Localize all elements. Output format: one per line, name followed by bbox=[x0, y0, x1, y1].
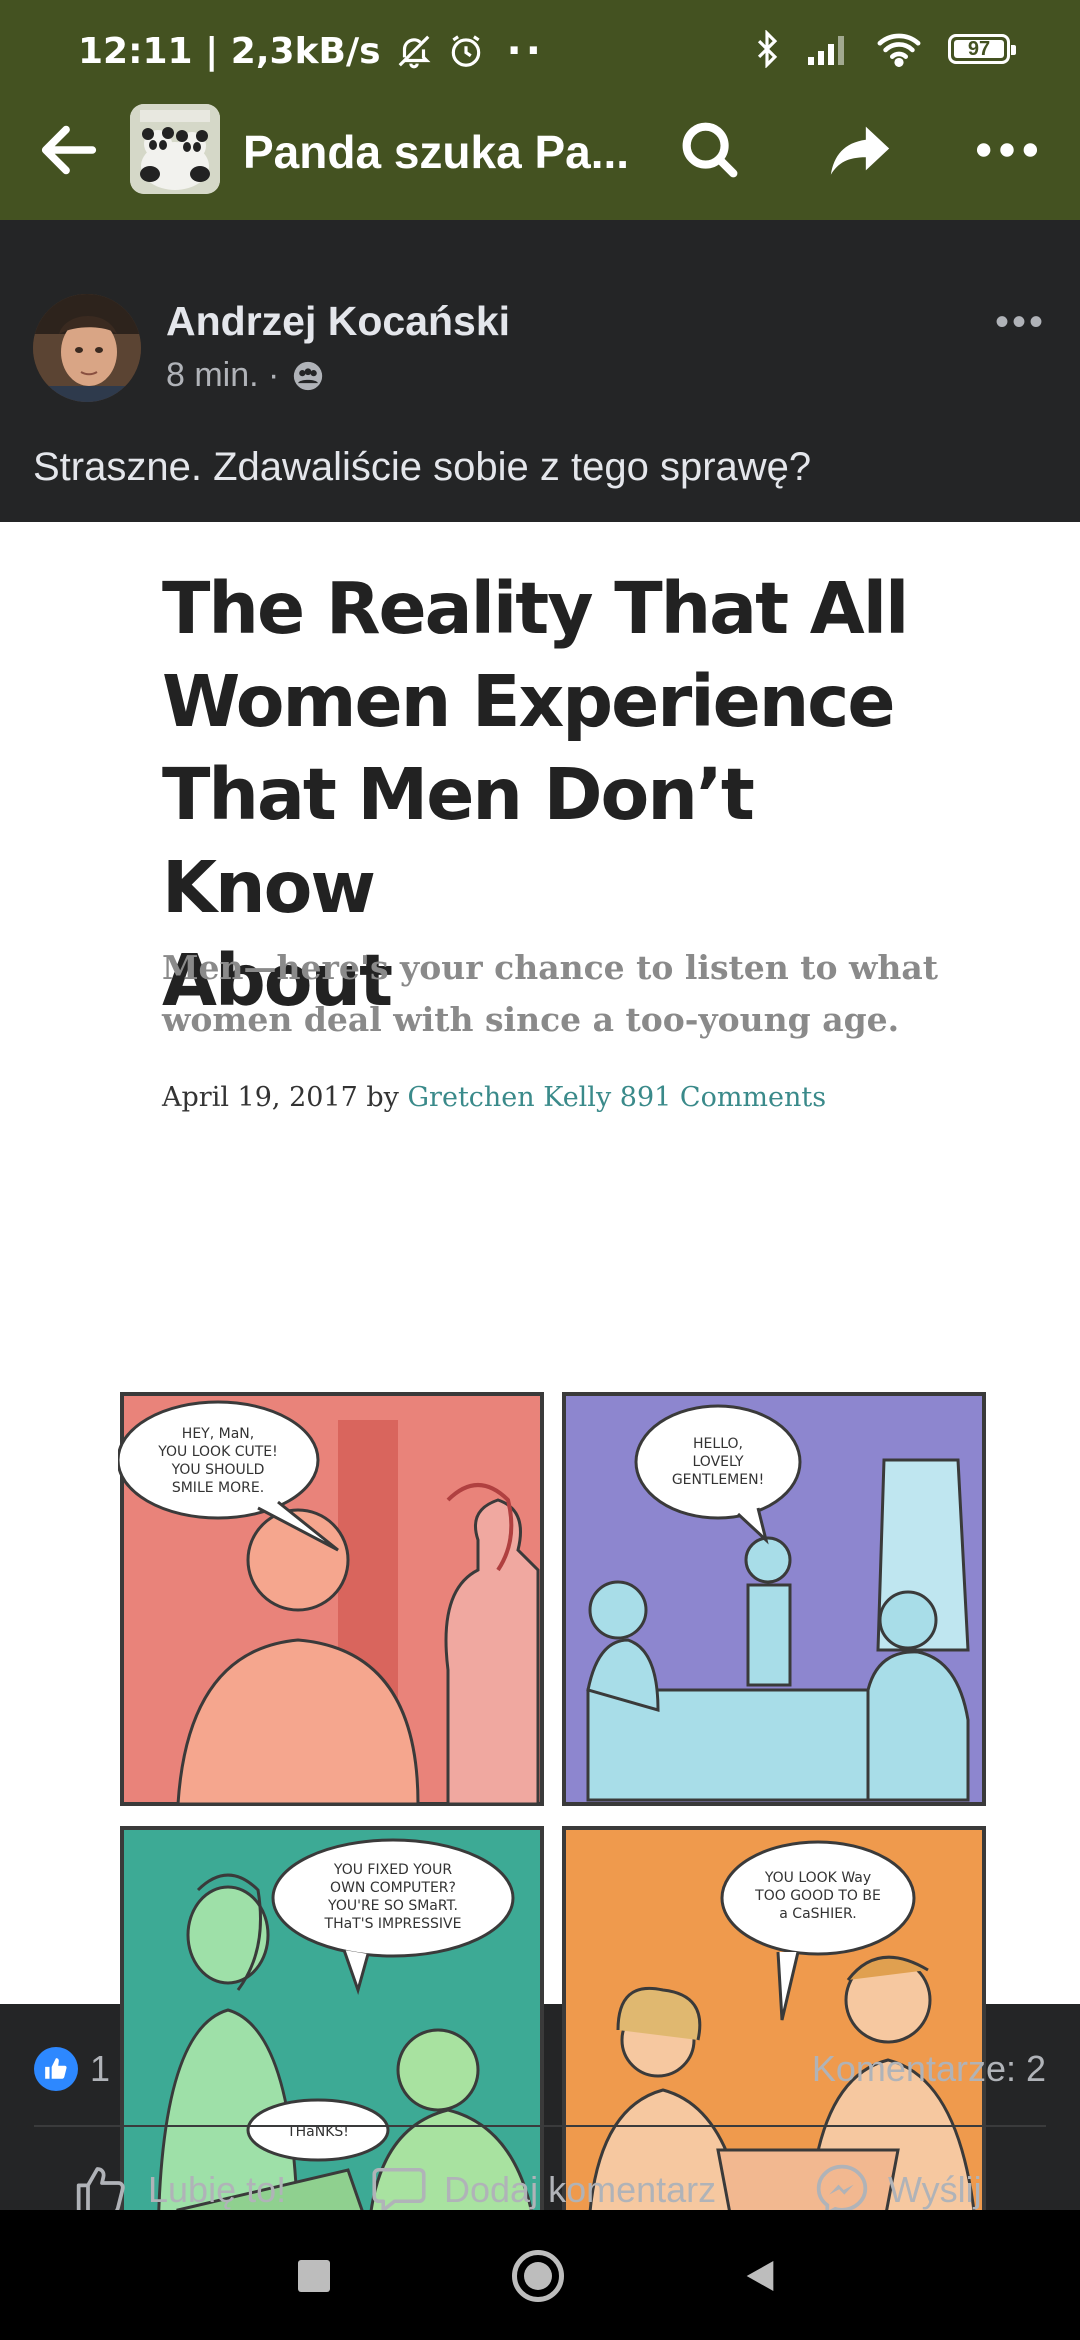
avatar-photo bbox=[33, 294, 141, 402]
battery-level: 97 bbox=[967, 37, 991, 60]
more-icon[interactable] bbox=[972, 115, 1042, 185]
back-button[interactable] bbox=[740, 2256, 780, 2296]
panel-2-bubble-line: HELLO, bbox=[693, 1436, 743, 1452]
post-text: Straszne. Zdawaliście sobie z tego spraw… bbox=[33, 445, 812, 489]
comments-count[interactable]: Komentarze: 2 bbox=[812, 2048, 1046, 2090]
panel-3-bubble-line: THaT'S IMPRESSIVE bbox=[324, 1916, 462, 1932]
post-image[interactable]: The Reality That All Women Experience Th… bbox=[0, 522, 1080, 2258]
panel-2-bubble-line: LOVELY bbox=[693, 1454, 744, 1470]
author-avatar[interactable] bbox=[33, 294, 141, 402]
status-right: 97 bbox=[754, 30, 1016, 68]
home-button[interactable] bbox=[512, 2250, 564, 2302]
status-time: 12:11 | 2,3kB/s bbox=[78, 30, 381, 72]
panda-image bbox=[130, 104, 220, 194]
subtitle-line: Men—here's your chance to listen to what bbox=[162, 948, 939, 987]
panel-1-bubble-line: YOU SHOULD bbox=[171, 1462, 265, 1478]
status-left: 12:11 | 2,3kB/s ·· bbox=[78, 28, 545, 74]
panel-3-bubble-line: OWN COMPUTER? bbox=[330, 1880, 456, 1896]
status-more-dots: ·· bbox=[506, 28, 545, 74]
comic-panel-2: HELLO, LOVELY GENTLEMEN! bbox=[562, 1392, 986, 1806]
battery-indicator: 97 bbox=[948, 34, 1016, 64]
byline-comments: 891 Comments bbox=[619, 1082, 827, 1113]
like-count[interactable]: 1 bbox=[90, 2048, 110, 2090]
actions-divider bbox=[34, 2125, 1046, 2127]
wifi-icon bbox=[877, 33, 921, 67]
back-arrow-icon[interactable] bbox=[34, 115, 104, 185]
feed-gap bbox=[0, 220, 1080, 260]
comic-strip: HEY, MaN, YOU LOOK CUTE! YOU SHOULD SMIL… bbox=[118, 1392, 986, 2258]
panel-3-bubble-line: YOU'RE SO SMaRT. bbox=[327, 1898, 458, 1914]
panel-4-bubble-line: YOU LOOK Way bbox=[764, 1870, 871, 1886]
post-options-icon[interactable]: ••• bbox=[995, 300, 1046, 345]
navigation-bar bbox=[0, 2210, 1080, 2340]
group-title[interactable]: Panda szuka Pa... bbox=[243, 125, 629, 179]
home-dot-icon bbox=[524, 2262, 552, 2290]
send-label: Wyślij bbox=[888, 2169, 982, 2210]
author-name[interactable]: Andrzej Kocański bbox=[166, 298, 510, 345]
post-meta: 8 min. · bbox=[166, 356, 325, 395]
group-icon bbox=[294, 361, 323, 390]
subtitle-line: women deal with since a too-young age. bbox=[162, 1000, 900, 1039]
signal-icon bbox=[808, 36, 844, 65]
byline-author: Gretchen Kelly bbox=[407, 1082, 612, 1113]
comic-panel-1: HEY, MaN, YOU LOOK CUTE! YOU SHOULD SMIL… bbox=[118, 1392, 544, 1806]
alarm-icon bbox=[451, 35, 480, 67]
like-label: Lubię to! bbox=[148, 2169, 287, 2210]
title-line: The Reality That All bbox=[162, 567, 909, 650]
group-avatar[interactable] bbox=[130, 104, 220, 194]
panel-4-bubble-line: a CaSHIER. bbox=[779, 1906, 856, 1922]
comment-icon bbox=[372, 2167, 426, 2213]
share-icon[interactable] bbox=[825, 115, 895, 185]
byline-date: April 19, 2017 by bbox=[162, 1082, 408, 1113]
thumbs-up-icon bbox=[45, 2058, 67, 2079]
search-icon[interactable] bbox=[675, 115, 745, 185]
article-subtitle: Men—here's your chance to listen to what… bbox=[162, 942, 942, 1046]
panel-3-bubble-line: YOU FIXED YOUR bbox=[333, 1862, 452, 1878]
comment-label: Dodaj komentarz bbox=[444, 2169, 717, 2210]
panel-1-bubble-line: HEY, MaN, bbox=[182, 1426, 254, 1442]
bluetooth-icon bbox=[757, 30, 778, 68]
panel-1-bubble-line: YOU LOOK CUTE! bbox=[157, 1444, 278, 1460]
article-byline: April 19, 2017 by Gretchen Kelly 891 Com… bbox=[162, 1082, 826, 1113]
title-line: That Men Don’t Know bbox=[162, 753, 755, 929]
thumbs-up-outline-icon bbox=[76, 2167, 125, 2216]
panel-1-bubble-line: SMILE MORE. bbox=[172, 1480, 264, 1496]
status-bar: 12:11 | 2,3kB/s ·· 97 bbox=[0, 0, 1080, 100]
post-card: Andrzej Kocański 8 min. · ••• Straszne. … bbox=[0, 260, 1080, 2258]
title-line: Women Experience bbox=[162, 660, 896, 743]
panel-4-bubble-line: TOO GOOD TO BE bbox=[754, 1888, 881, 1904]
post-time[interactable]: 8 min. · bbox=[166, 356, 279, 395]
panel-2-bubble-line: GENTLEMEN! bbox=[672, 1472, 764, 1488]
recents-button[interactable] bbox=[298, 2260, 330, 2292]
like-reaction-icon[interactable] bbox=[34, 2047, 78, 2091]
bell-off-icon bbox=[398, 35, 431, 69]
